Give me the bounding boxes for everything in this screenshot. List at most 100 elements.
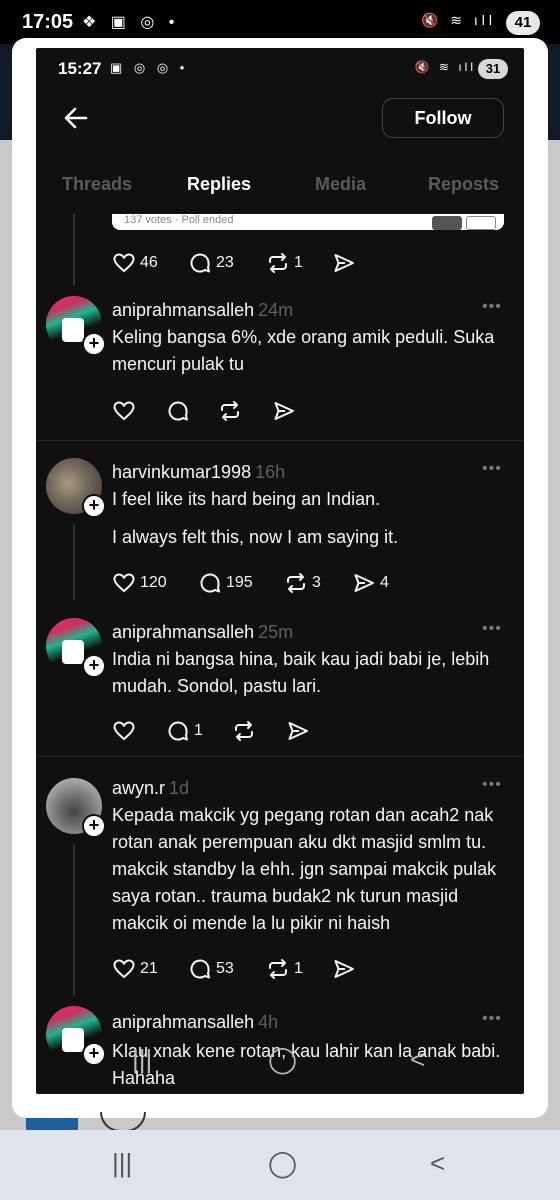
comment-count: 53 [216, 960, 234, 977]
share-icon [334, 960, 354, 978]
inner-battery-icon: 31 [478, 59, 508, 79]
share-button[interactable] [286, 718, 310, 744]
thread-connector [73, 524, 75, 600]
username[interactable]: awyn.r 1d [112, 778, 189, 799]
replies-feed: 137 votes · Poll ended 46 23 1 + aniprah… [36, 214, 524, 1094]
outer-notification-icons: ❖ ▣ ◎ • [82, 14, 180, 31]
poll-card[interactable]: 137 votes · Poll ended [112, 214, 504, 230]
follow-plus-icon[interactable]: + [82, 332, 106, 356]
tab-reposts[interactable]: Reposts [428, 174, 499, 195]
recent-apps-icon[interactable]: ||| [132, 1044, 152, 1075]
repost-button[interactable]: 1 [266, 956, 303, 982]
back-arrow-icon[interactable] [62, 104, 90, 132]
action-bar: 120 195 3 4 [112, 570, 512, 596]
repost-count: 3 [312, 574, 321, 591]
tab-media[interactable]: Media [315, 174, 366, 195]
share-icon [274, 402, 294, 420]
like-button[interactable] [112, 398, 136, 424]
share-icon [354, 574, 374, 592]
comment-count: 195 [226, 574, 253, 591]
username[interactable]: aniprahmansalleh 24m [112, 300, 293, 321]
recent-apps-icon[interactable]: ||| [112, 1148, 132, 1179]
original-post[interactable]: + harvinkumar1998 16h ••• I feel like its… [36, 440, 524, 600]
home-icon[interactable]: ◯ [268, 1044, 297, 1075]
reply-post[interactable]: + aniprahmansalleh 25m ••• India ni bangs… [36, 600, 524, 756]
comment-icon [190, 959, 210, 979]
comment-count: 1 [194, 722, 203, 739]
post-divider [36, 440, 524, 441]
comment-button[interactable]: 1 [166, 718, 203, 744]
back-icon[interactable]: < [410, 1044, 425, 1075]
repost-icon [269, 959, 287, 979]
more-options-icon[interactable]: ••• [482, 776, 502, 794]
like-button[interactable]: 21 [112, 956, 158, 982]
back-icon[interactable]: < [430, 1148, 445, 1179]
post-time: 1d [169, 778, 190, 798]
heart-icon [113, 573, 135, 593]
heart-icon [113, 401, 135, 421]
more-options-icon[interactable]: ••• [482, 1010, 502, 1028]
comment-button[interactable] [166, 398, 190, 424]
username-text[interactable]: awyn.r [112, 778, 165, 798]
heart-icon [113, 721, 135, 741]
share-count: 4 [380, 574, 389, 591]
action-bar [112, 398, 512, 424]
outer-clock: 17:05 [22, 11, 74, 33]
profile-tabs: Threads Replies Media Reposts [36, 170, 524, 214]
comment-icon [190, 253, 210, 273]
repost-button[interactable]: 1 [266, 250, 303, 276]
heart-icon [113, 959, 135, 979]
threads-screenshot: 15:27 ▣ ◎ ◎ • 🔇 ≋ ıll 31 Follow Threads … [36, 48, 524, 1094]
post-text: Kepada makcik yg pegang rotan dan acah2 … [112, 805, 497, 933]
follow-plus-icon[interactable]: + [82, 494, 106, 518]
comment-button[interactable]: 53 [188, 956, 234, 982]
home-icon[interactable]: ◯ [268, 1148, 297, 1179]
like-button[interactable]: 46 [112, 250, 158, 276]
share-icon [334, 254, 354, 272]
repost-icon [221, 401, 239, 421]
share-button[interactable] [272, 398, 296, 424]
repost-button[interactable] [232, 718, 256, 744]
username[interactable]: harvinkumar1998 16h [112, 462, 285, 483]
more-options-icon[interactable]: ••• [482, 460, 502, 478]
follow-plus-icon[interactable]: + [82, 654, 106, 678]
original-post[interactable]: + awyn.r 1d ••• Kepada makcik yg pegang r… [36, 756, 524, 996]
username[interactable]: aniprahmansalleh 25m [112, 622, 293, 643]
comment-button[interactable]: 23 [188, 250, 234, 276]
inner-notification-icons: ▣ ◎ ◎ • [110, 60, 189, 75]
tab-threads[interactable]: Threads [62, 174, 132, 195]
comment-count: 23 [216, 254, 234, 271]
like-button[interactable]: 120 [112, 570, 167, 596]
comment-icon [200, 573, 220, 593]
reply-post[interactable]: + aniprahmansalleh 24m ••• Keling bangsa … [36, 284, 524, 440]
comment-button[interactable]: 195 [198, 570, 253, 596]
repost-icon [235, 721, 253, 741]
follow-button[interactable]: Follow [382, 98, 504, 138]
repost-button[interactable] [218, 398, 242, 424]
more-options-icon[interactable]: ••• [482, 298, 502, 316]
username-text[interactable]: harvinkumar1998 [112, 462, 251, 482]
follow-plus-icon[interactable]: + [82, 814, 106, 838]
repost-icon [287, 573, 305, 593]
inner-signal-icons: 🔇 ≋ ıll [414, 60, 476, 74]
username-text[interactable]: aniprahmansalleh [112, 300, 254, 320]
share-icon [288, 722, 308, 740]
like-button[interactable] [112, 718, 136, 744]
thread-connector [73, 844, 75, 996]
action-bar: 21 53 1 [112, 956, 512, 982]
like-count: 120 [140, 574, 167, 591]
post-text: Keling bangsa 6%, xde orang amik peduli.… [112, 327, 495, 374]
share-button[interactable]: 4 [352, 570, 389, 596]
repost-count: 1 [294, 254, 303, 271]
tab-replies[interactable]: Replies [187, 174, 251, 195]
more-options-icon[interactable]: ••• [482, 620, 502, 638]
action-bar: 1 [112, 718, 512, 744]
comment-icon [168, 721, 188, 741]
share-button[interactable] [332, 250, 356, 276]
share-button[interactable] [332, 956, 356, 982]
like-count: 46 [140, 254, 158, 271]
repost-button[interactable]: 3 [284, 570, 321, 596]
heart-icon [113, 253, 135, 273]
username-text[interactable]: aniprahmansalleh [112, 622, 254, 642]
post-text: I feel like its hard being an Indian. [112, 489, 381, 509]
